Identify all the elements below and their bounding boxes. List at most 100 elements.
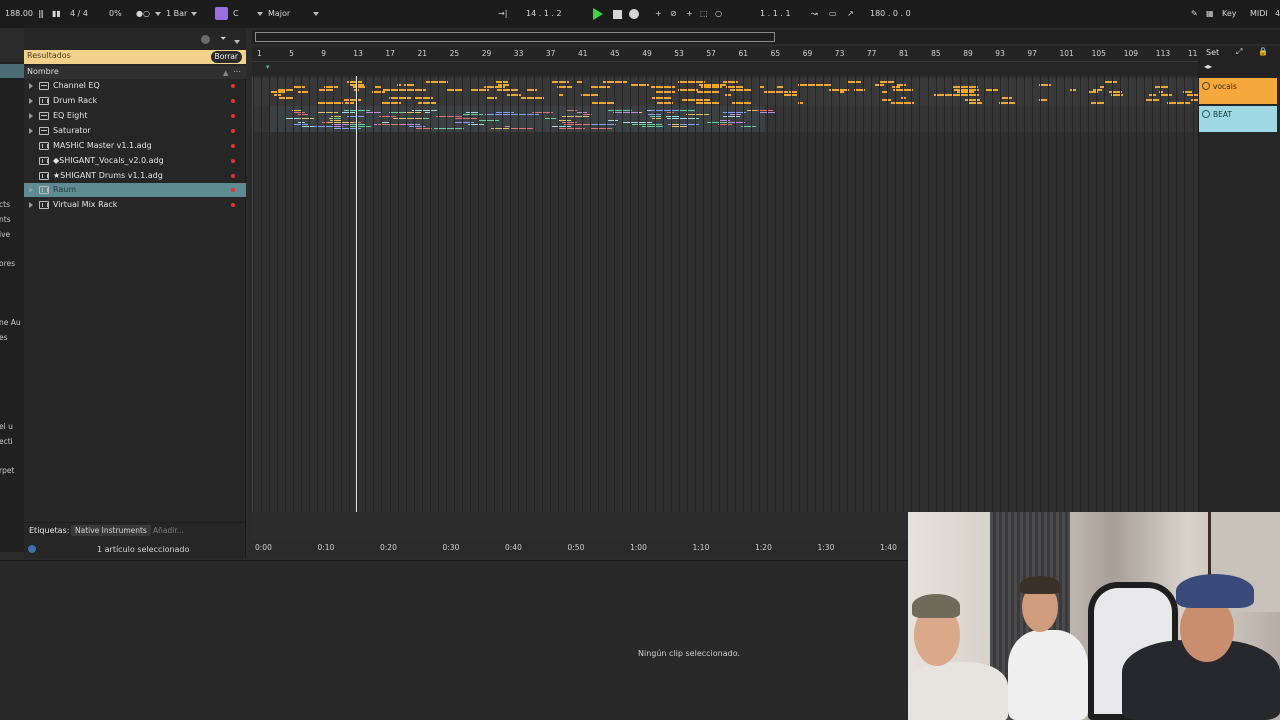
grid-line — [710, 76, 712, 512]
sidebar-label[interactable]: ive — [0, 230, 10, 239]
quantize-chevron-icon[interactable] — [191, 8, 197, 20]
browser-item-shigant-vocals[interactable]: ◆SHIGANT_Vocals_v2.0.adg — [24, 154, 246, 168]
quantize-menu[interactable]: 1 Bar — [166, 8, 187, 20]
info-icon[interactable] — [28, 545, 36, 553]
time-tick: 1:00 — [630, 543, 647, 552]
column-options-icon[interactable]: ⋯ — [233, 67, 241, 76]
track-activator-icon[interactable] — [1202, 110, 1210, 118]
expand-icon[interactable] — [29, 187, 33, 193]
clear-results-button[interactable]: Borrar — [210, 51, 242, 63]
midi-map-button[interactable]: MIDI — [1250, 8, 1268, 20]
grid-line — [253, 76, 254, 512]
bar-number: 117 — [1187, 49, 1198, 58]
sidebar-label[interactable]: ecti — [0, 437, 13, 446]
sidebar-label[interactable]: cts — [0, 200, 10, 209]
grid-line — [831, 76, 833, 512]
sidebar-label[interactable]: ores — [0, 259, 15, 268]
punch-out-icon[interactable]: ↗ — [847, 8, 854, 20]
sidebar-label[interactable]: nts — [0, 215, 11, 224]
browser-item-mashic-master[interactable]: MASHiC Master v1.1.adg — [24, 139, 246, 153]
capture-midi-icon[interactable]: ⬚ — [700, 8, 708, 20]
loop-brace-strip[interactable]: ▾ — [252, 62, 1198, 76]
filter-menu-chevron-icon[interactable] — [234, 37, 240, 46]
browser-item-shigant-drums[interactable]: ★SHIGANT Drums v1.1.adg — [24, 169, 246, 183]
play-button[interactable] — [591, 7, 605, 21]
track-activator-icon[interactable] — [1202, 82, 1210, 90]
locator-marker-icon[interactable]: ▾ — [266, 63, 270, 71]
time-tick: 0:00 — [255, 543, 272, 552]
filter-icon[interactable]: ⏷ — [220, 34, 226, 44]
track-header-beat[interactable]: BEAT — [1199, 106, 1277, 132]
metronome-menu-icon[interactable] — [155, 8, 161, 20]
expand-icon[interactable] — [29, 98, 33, 104]
no-clip-message: Ningún clip seleccionado. — [638, 649, 740, 658]
browser-panel: Resultados Borrar Nombre ▲ ⋯ Channel EQ … — [24, 50, 246, 558]
clear-search-icon[interactable] — [201, 35, 210, 44]
grid-line — [373, 76, 375, 512]
scale-root-chevron-icon[interactable] — [257, 8, 263, 20]
grid-view-icon[interactable]: ▦ — [1206, 8, 1214, 20]
beat-time-ruler[interactable]: 1 5 9 13 17 21 25 29 33 37 41 45 49 53 57 61 65 69 73 77 81 8… — [252, 46, 1198, 62]
browser-item-channel-eq[interactable]: Channel EQ — [24, 79, 246, 93]
expand-icon[interactable] — [29, 128, 33, 134]
punch-in-icon[interactable]: ↝ — [811, 8, 818, 20]
browser-item-drum-rack[interactable]: Drum Rack — [24, 94, 246, 108]
track-header-vocals[interactable]: vocals — [1199, 78, 1277, 104]
expand-view-icon[interactable]: ⤢ — [1236, 47, 1242, 57]
bar-number: 53 — [674, 49, 684, 58]
browser-item-saturator[interactable]: Saturator — [24, 124, 246, 138]
tag-chip[interactable]: Native Instruments — [71, 525, 151, 536]
sidebar-label[interactable]: ne Au — [0, 318, 21, 327]
grid-line — [951, 76, 953, 512]
time-ruler[interactable]: 0:00 0:10 0:20 0:30 0:40 0:50 1:00 1:10 1:20 1:30… — [252, 540, 907, 556]
automation-arm-icon[interactable]: ⊘ — [670, 8, 677, 20]
draw-mode-icon[interactable]: ✎ — [1191, 8, 1198, 20]
time-signature-field[interactable]: 4 / 4 — [70, 8, 88, 20]
record-button[interactable] — [627, 7, 641, 21]
loop-start-field[interactable]: 1 . 1 . 1 — [760, 8, 791, 20]
arrangement-tracks[interactable] — [252, 76, 1198, 512]
scale-mode-menu[interactable]: Major — [268, 8, 290, 20]
name-column-header[interactable]: Nombre ▲ ⋯ — [24, 66, 246, 79]
scale-root-menu[interactable]: C — [233, 8, 239, 20]
playhead[interactable] — [356, 76, 357, 546]
sidebar-label[interactable]: es — [0, 333, 8, 342]
scale-mode-chevron-icon[interactable] — [313, 8, 319, 20]
tempo-field[interactable]: 188.00 — [5, 8, 33, 20]
stop-button[interactable] — [610, 7, 624, 21]
arrangement-overview[interactable] — [252, 30, 1280, 44]
loop-length-field[interactable]: 180 . 0 . 0 — [870, 8, 911, 20]
add-tag-button[interactable]: Añadir... — [153, 526, 184, 535]
back-arrow-icon[interactable]: ◂▸ — [1204, 62, 1212, 71]
expand-icon[interactable] — [29, 202, 33, 208]
browser-item-raum[interactable]: Raum — [24, 183, 246, 197]
follow-icon[interactable]: →| — [498, 8, 507, 20]
re-enable-automation-icon[interactable]: + — [686, 8, 693, 20]
expand-icon[interactable] — [29, 83, 33, 89]
overdub-icon[interactable]: + — [655, 8, 662, 20]
loop-switch-icon[interactable]: ▭ — [829, 8, 837, 20]
midi-note — [958, 91, 975, 94]
midi-note — [722, 81, 735, 83]
lock-icon[interactable]: 🔒 — [1258, 47, 1268, 56]
browser-item-virtual-mix-rack[interactable]: Virtual Mix Rack — [24, 198, 246, 212]
expand-icon[interactable] — [29, 113, 33, 119]
key-map-button[interactable]: Key — [1222, 8, 1237, 20]
scale-mode-icon[interactable] — [215, 7, 228, 20]
arrangement-position-field[interactable]: 14 . 1 . 2 — [526, 8, 562, 20]
browser-item-eq-eight[interactable]: EQ Eight — [24, 109, 246, 123]
beat-note — [297, 114, 309, 115]
webcam-overlay — [908, 512, 1280, 720]
overview-visible-window[interactable] — [255, 32, 775, 42]
grid-line — [1144, 76, 1146, 512]
sidebar-label[interactable]: el u — [0, 422, 13, 431]
tap-tempo-icon[interactable]: ||| — [38, 8, 44, 20]
device-icon — [39, 127, 49, 135]
sort-icon[interactable]: ▲ — [223, 69, 228, 77]
sidebar-label[interactable]: rpet — [0, 466, 14, 475]
item-label: EQ Eight — [53, 111, 88, 120]
stop-icon — [612, 9, 622, 19]
metronome-bars-icon[interactable]: ▮▮ — [52, 8, 61, 20]
session-record-icon[interactable]: ○ — [715, 8, 722, 20]
metronome-icon[interactable]: ●○ — [136, 8, 150, 20]
